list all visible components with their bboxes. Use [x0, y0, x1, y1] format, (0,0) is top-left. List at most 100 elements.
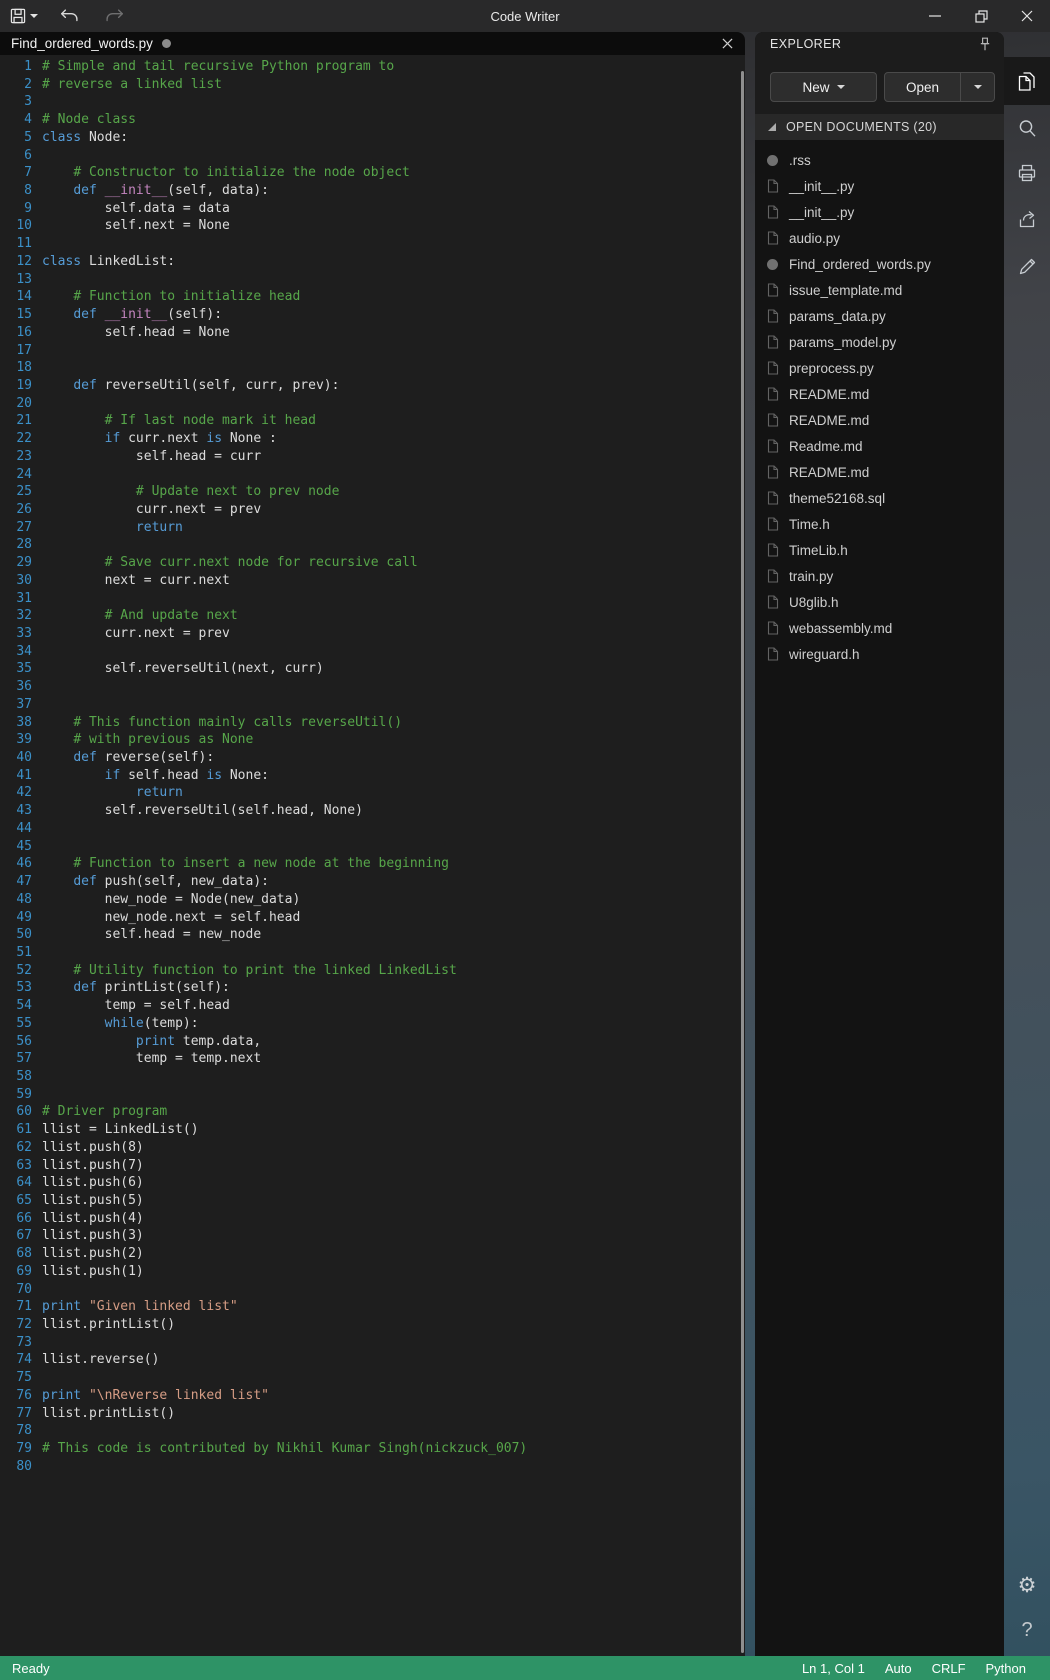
code-line[interactable]: 41 if self.head is None:	[0, 767, 745, 785]
code-line[interactable]: 62 llist.push(8)	[0, 1139, 745, 1157]
editor-scrollbar[interactable]	[741, 71, 744, 1653]
language-indicator[interactable]: Python	[986, 1661, 1026, 1676]
code-line[interactable]: 76 print "\nReverse linked list"	[0, 1387, 745, 1405]
code-line[interactable]: 72 llist.printList()	[0, 1316, 745, 1334]
code-line[interactable]: 40 def reverse(self):	[0, 749, 745, 767]
code-line[interactable]: 71 print "Given linked list"	[0, 1298, 745, 1316]
code-line[interactable]: 7 # Constructor to initialize the node o…	[0, 164, 745, 182]
code-line[interactable]: 34	[0, 643, 745, 661]
close-button[interactable]	[1004, 0, 1050, 32]
code-line[interactable]: 54 temp = self.head	[0, 997, 745, 1015]
code-line[interactable]: 10 self.next = None	[0, 217, 745, 235]
open-document-item[interactable]: __init__.py	[755, 173, 1004, 199]
open-document-item[interactable]: wireguard.h	[755, 641, 1004, 667]
code-line[interactable]: 38 # This function mainly calls reverseU…	[0, 714, 745, 732]
documents-view-button[interactable]	[1004, 57, 1050, 105]
open-document-item[interactable]: TimeLib.h	[755, 537, 1004, 563]
code-line[interactable]: 64 llist.push(6)	[0, 1174, 745, 1192]
open-documents-section-header[interactable]: OPEN DOCUMENTS (20)	[755, 114, 1004, 140]
open-document-item[interactable]: README.md	[755, 407, 1004, 433]
redo-button[interactable]	[92, 0, 138, 32]
code-line[interactable]: 22 if curr.next is None :	[0, 430, 745, 448]
save-button[interactable]	[0, 0, 46, 32]
open-dropdown-button[interactable]	[960, 73, 994, 101]
undo-button[interactable]	[46, 0, 92, 32]
open-document-item[interactable]: issue_template.md	[755, 277, 1004, 303]
tab-close-button[interactable]	[717, 32, 737, 55]
open-document-item[interactable]: README.md	[755, 459, 1004, 485]
code-line[interactable]: 46 # Function to insert a new node at th…	[0, 855, 745, 873]
cursor-position[interactable]: Ln 1, Col 1	[802, 1661, 865, 1676]
code-line[interactable]: 52 # Utility function to print the linke…	[0, 962, 745, 980]
open-document-item[interactable]: params_model.py	[755, 329, 1004, 355]
open-button[interactable]: Open	[885, 73, 960, 101]
code-line[interactable]: 39 # with previous as None	[0, 731, 745, 749]
code-line[interactable]: 25 # Update next to prev node	[0, 483, 745, 501]
code-line[interactable]: 19 def reverseUtil(self, curr, prev):	[0, 377, 745, 395]
code-line[interactable]: 17	[0, 342, 745, 360]
code-line[interactable]: 31	[0, 590, 745, 608]
code-line[interactable]: 50 self.head = new_node	[0, 926, 745, 944]
code-line[interactable]: 24	[0, 466, 745, 484]
minimize-button[interactable]	[912, 0, 958, 32]
code-line[interactable]: 58	[0, 1068, 745, 1086]
code-line[interactable]: 3	[0, 93, 745, 111]
encoding-indicator[interactable]: Auto	[885, 1661, 912, 1676]
code-line[interactable]: 61 llist = LinkedList()	[0, 1121, 745, 1139]
code-line[interactable]: 36	[0, 678, 745, 696]
open-document-item[interactable]: params_data.py	[755, 303, 1004, 329]
code-line[interactable]: 65 llist.push(5)	[0, 1192, 745, 1210]
code-line[interactable]: 55 while(temp):	[0, 1015, 745, 1033]
open-document-item[interactable]: .rss	[755, 147, 1004, 173]
open-document-item[interactable]: Find_ordered_words.py	[755, 251, 1004, 277]
code-line[interactable]: 77 llist.printList()	[0, 1405, 745, 1423]
code-line[interactable]: 49 new_node.next = self.head	[0, 909, 745, 927]
code-line[interactable]: 70	[0, 1281, 745, 1299]
code-line[interactable]: 33 curr.next = prev	[0, 625, 745, 643]
open-document-item[interactable]: audio.py	[755, 225, 1004, 251]
code-line[interactable]: 13	[0, 271, 745, 289]
tab-find-ordered-words[interactable]: Find_ordered_words.py	[0, 32, 171, 55]
code-line[interactable]: 67 llist.push(3)	[0, 1227, 745, 1245]
code-line[interactable]: 45	[0, 838, 745, 856]
code-line[interactable]: 11	[0, 235, 745, 253]
code-line[interactable]: 57 temp = temp.next	[0, 1050, 745, 1068]
open-document-item[interactable]: webassembly.md	[755, 615, 1004, 641]
code-line[interactable]: 80	[0, 1458, 745, 1476]
new-button[interactable]: New	[770, 72, 877, 102]
code-line[interactable]: 26 curr.next = prev	[0, 501, 745, 519]
code-line[interactable]: 42 return	[0, 784, 745, 802]
open-document-item[interactable]: train.py	[755, 563, 1004, 589]
code-line[interactable]: 43 self.reverseUtil(self.head, None)	[0, 802, 745, 820]
code-line[interactable]: 18	[0, 359, 745, 377]
settings-button[interactable]: ⚙	[1004, 1562, 1050, 1608]
code-line[interactable]: 74 llist.reverse()	[0, 1351, 745, 1369]
code-line[interactable]: 51	[0, 944, 745, 962]
code-line[interactable]: 53 def printList(self):	[0, 979, 745, 997]
code-line[interactable]: 20	[0, 395, 745, 413]
edit-button[interactable]	[1004, 242, 1050, 288]
code-line[interactable]: 6	[0, 147, 745, 165]
line-ending-indicator[interactable]: CRLF	[932, 1661, 966, 1676]
code-line[interactable]: 60 # Driver program	[0, 1103, 745, 1121]
code-line[interactable]: 69 llist.push(1)	[0, 1263, 745, 1281]
code-line[interactable]: 15 def __init__(self):	[0, 306, 745, 324]
code-line[interactable]: 75	[0, 1369, 745, 1387]
code-line[interactable]: 27 return	[0, 519, 745, 537]
code-line[interactable]: 23 self.head = curr	[0, 448, 745, 466]
restore-button[interactable]	[958, 0, 1004, 32]
share-button[interactable]	[1004, 196, 1050, 242]
code-line[interactable]: 78	[0, 1422, 745, 1440]
code-line[interactable]: 8 def __init__(self, data):	[0, 182, 745, 200]
search-button[interactable]	[1004, 105, 1050, 151]
code-line[interactable]: 14 # Function to initialize head	[0, 288, 745, 306]
code-line[interactable]: 66 llist.push(4)	[0, 1210, 745, 1228]
pin-icon[interactable]	[979, 37, 991, 52]
code-line[interactable]: 4 # Node class	[0, 111, 745, 129]
code-line[interactable]: 48 new_node = Node(new_data)	[0, 891, 745, 909]
open-document-item[interactable]: preprocess.py	[755, 355, 1004, 381]
open-document-item[interactable]: README.md	[755, 381, 1004, 407]
code-line[interactable]: 63 llist.push(7)	[0, 1157, 745, 1175]
code-line[interactable]: 21 # If last node mark it head	[0, 412, 745, 430]
code-line[interactable]: 59	[0, 1086, 745, 1104]
